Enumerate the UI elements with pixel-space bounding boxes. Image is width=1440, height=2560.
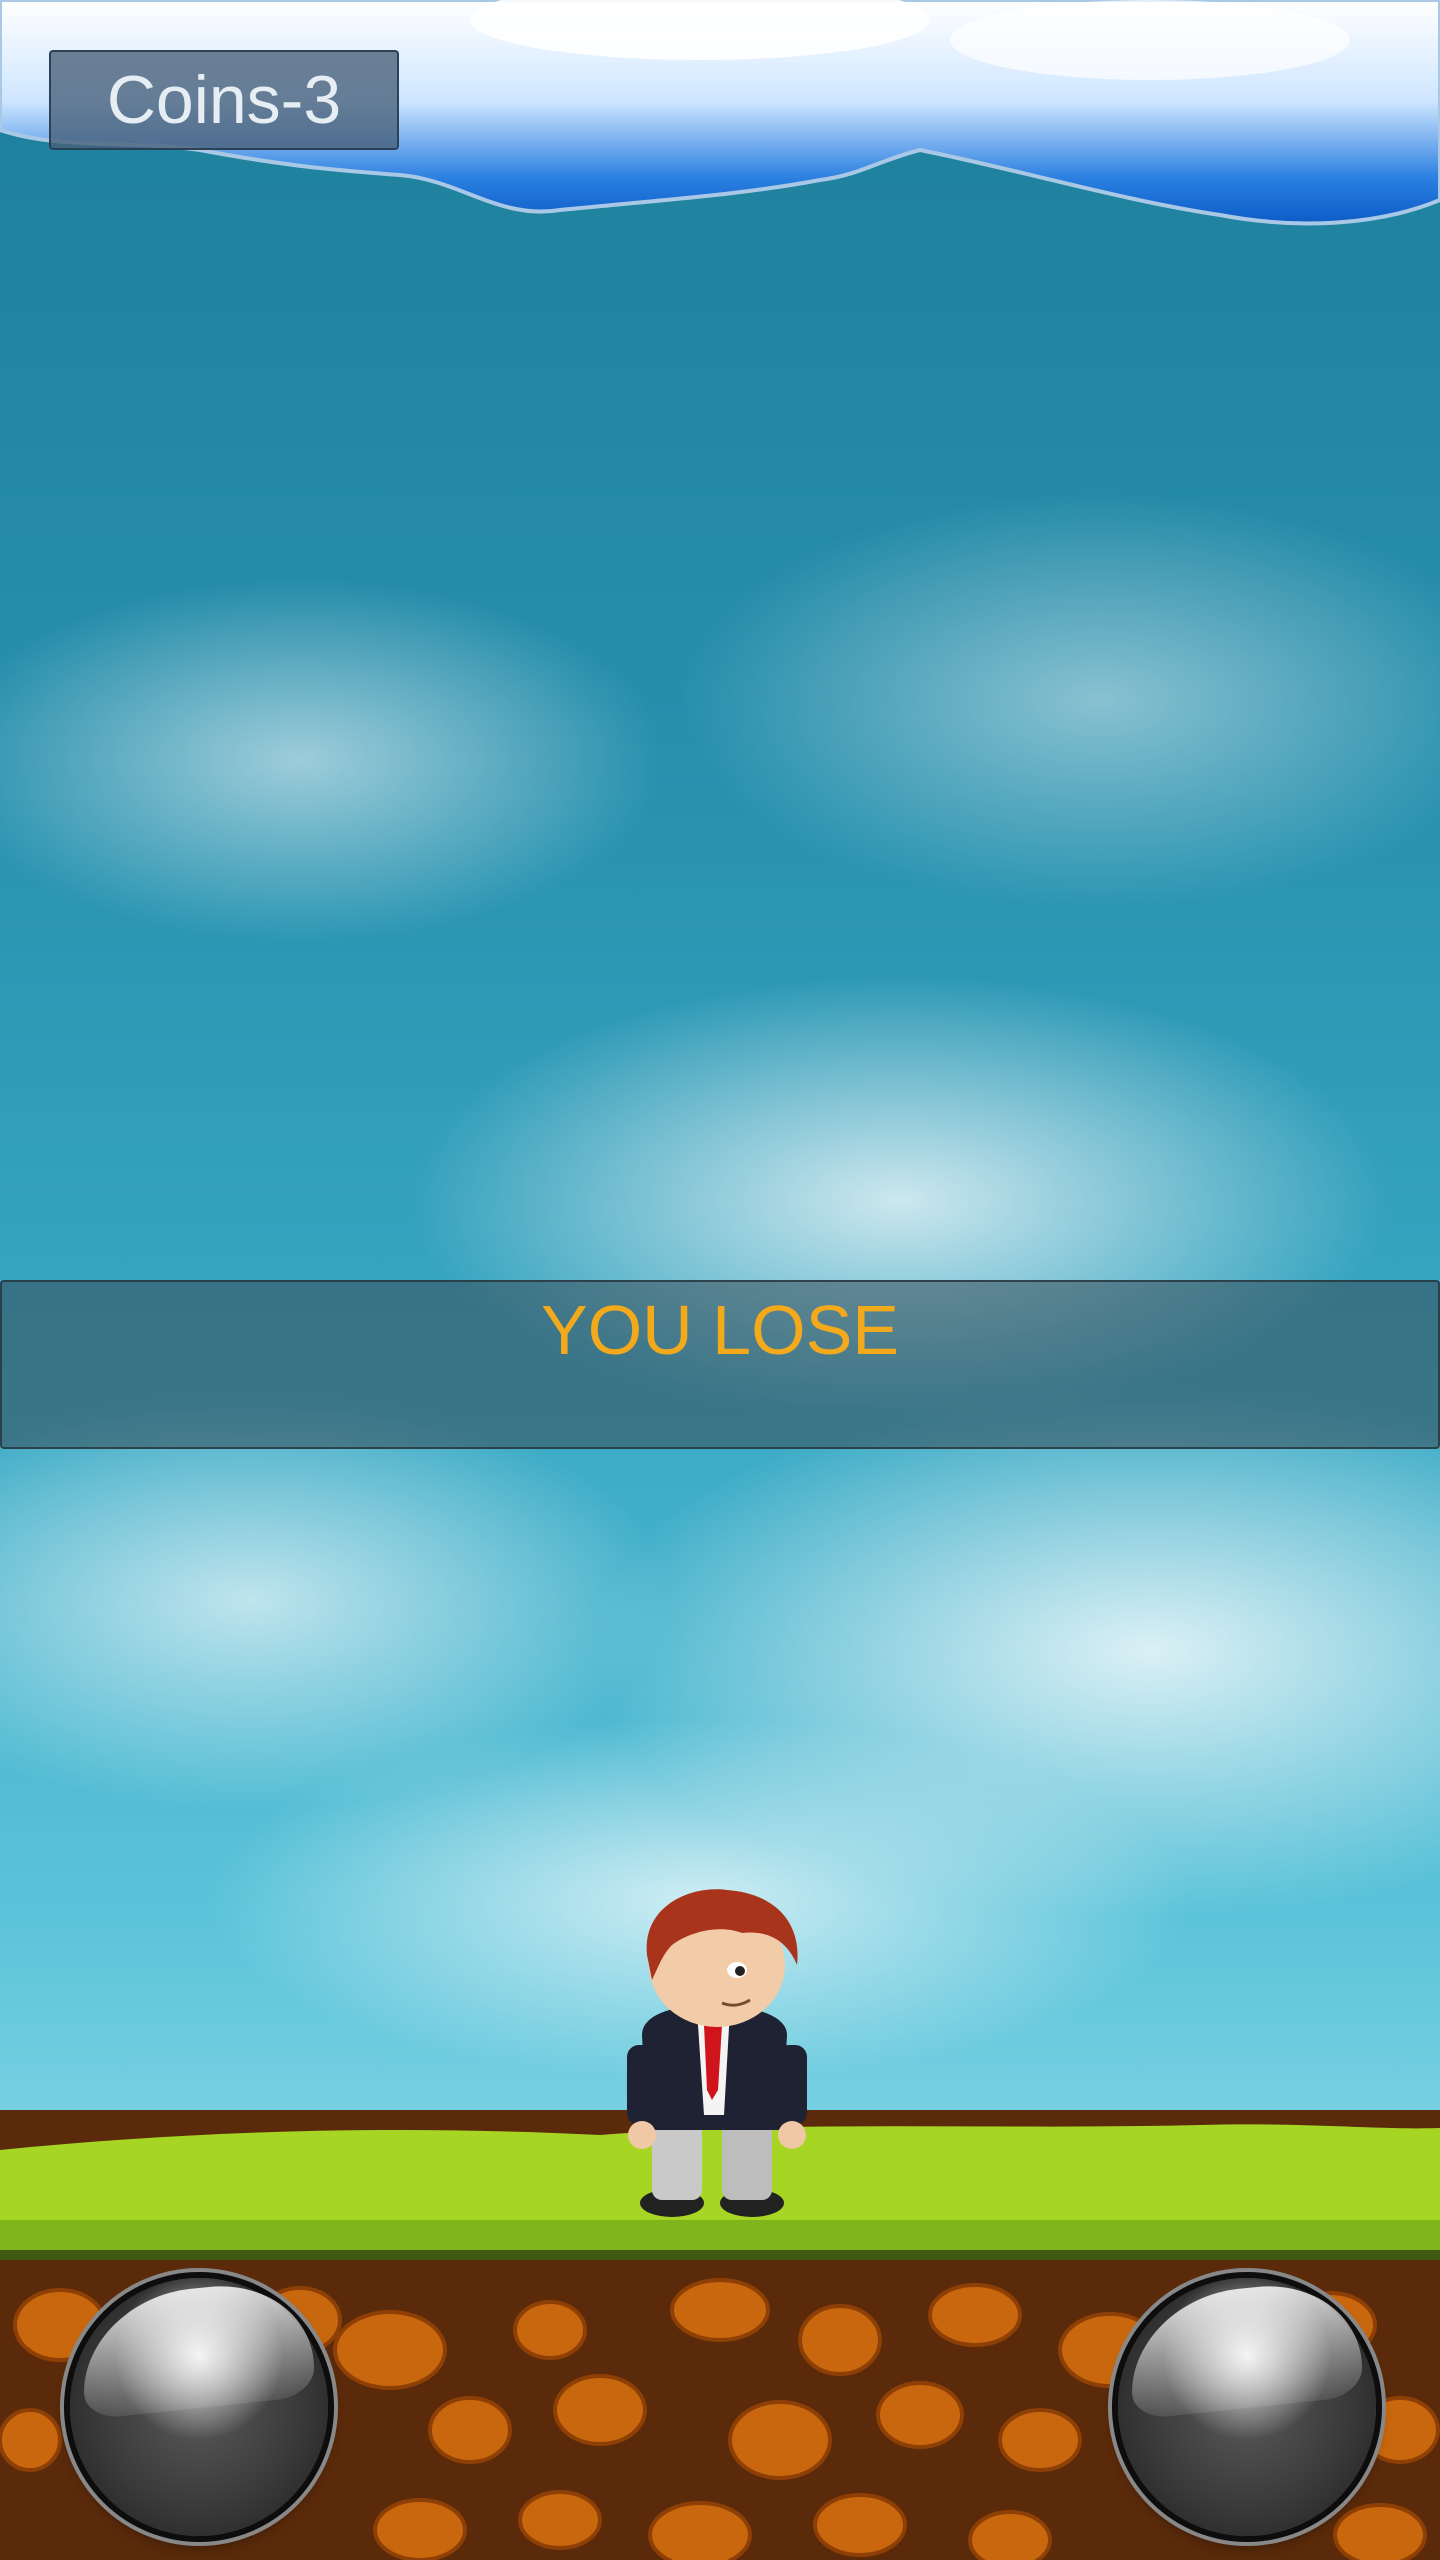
result-banner: YOU LOSE [0,1280,1440,1449]
player-character [627,1889,807,2217]
coins-label: Coins-3 [106,62,342,138]
coins-counter: Coins-3 [49,50,399,150]
result-message: YOU LOSE [541,1291,899,1369]
right-control-button[interactable] [1118,2275,1376,2536]
left-control-button[interactable] [70,2275,328,2536]
